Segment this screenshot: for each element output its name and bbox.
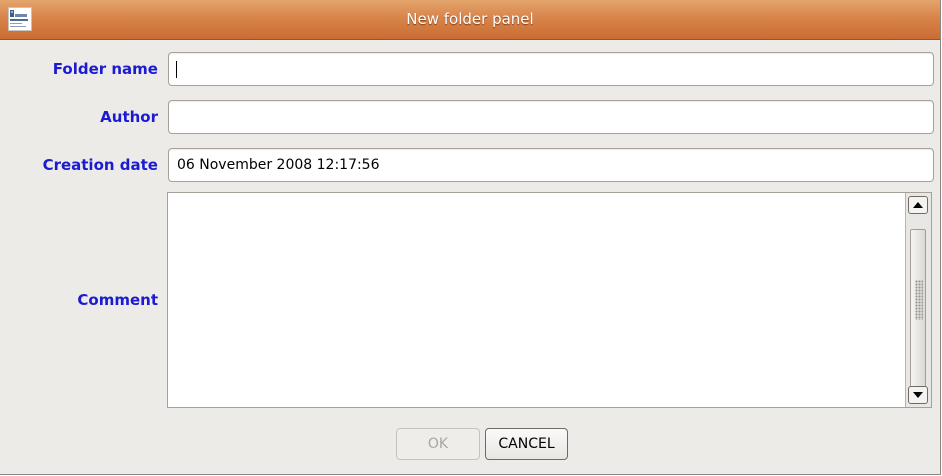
text-caret — [176, 61, 177, 78]
title-bar[interactable]: New folder panel — [0, 0, 940, 40]
folder-name-input[interactable] — [168, 52, 934, 86]
comment-label: Comment — [77, 291, 158, 309]
cancel-button[interactable]: CANCEL — [485, 428, 568, 460]
scrollbar-thumb[interactable] — [910, 229, 926, 389]
comment-scrollbar[interactable] — [905, 193, 931, 407]
arrow-down-icon — [913, 392, 923, 398]
scroll-up-button[interactable] — [908, 196, 928, 214]
comment-box — [167, 192, 932, 408]
grip-icon — [915, 280, 923, 320]
creation-date-value: 06 November 2008 12:17:56 — [177, 157, 380, 173]
creation-date-label: Creation date — [42, 156, 158, 174]
comment-textarea[interactable] — [168, 193, 905, 407]
creation-date-field[interactable]: 06 November 2008 12:17:56 — [168, 148, 934, 182]
scroll-down-button[interactable] — [908, 386, 928, 404]
arrow-up-icon — [913, 202, 923, 208]
window-title: New folder panel — [406, 10, 534, 28]
author-label: Author — [100, 108, 158, 126]
author-input[interactable] — [168, 100, 934, 134]
new-folder-window: New folder panel Folder name Author Crea… — [0, 0, 941, 475]
folder-name-label: Folder name — [52, 60, 158, 78]
ok-button[interactable]: OK — [396, 428, 480, 460]
